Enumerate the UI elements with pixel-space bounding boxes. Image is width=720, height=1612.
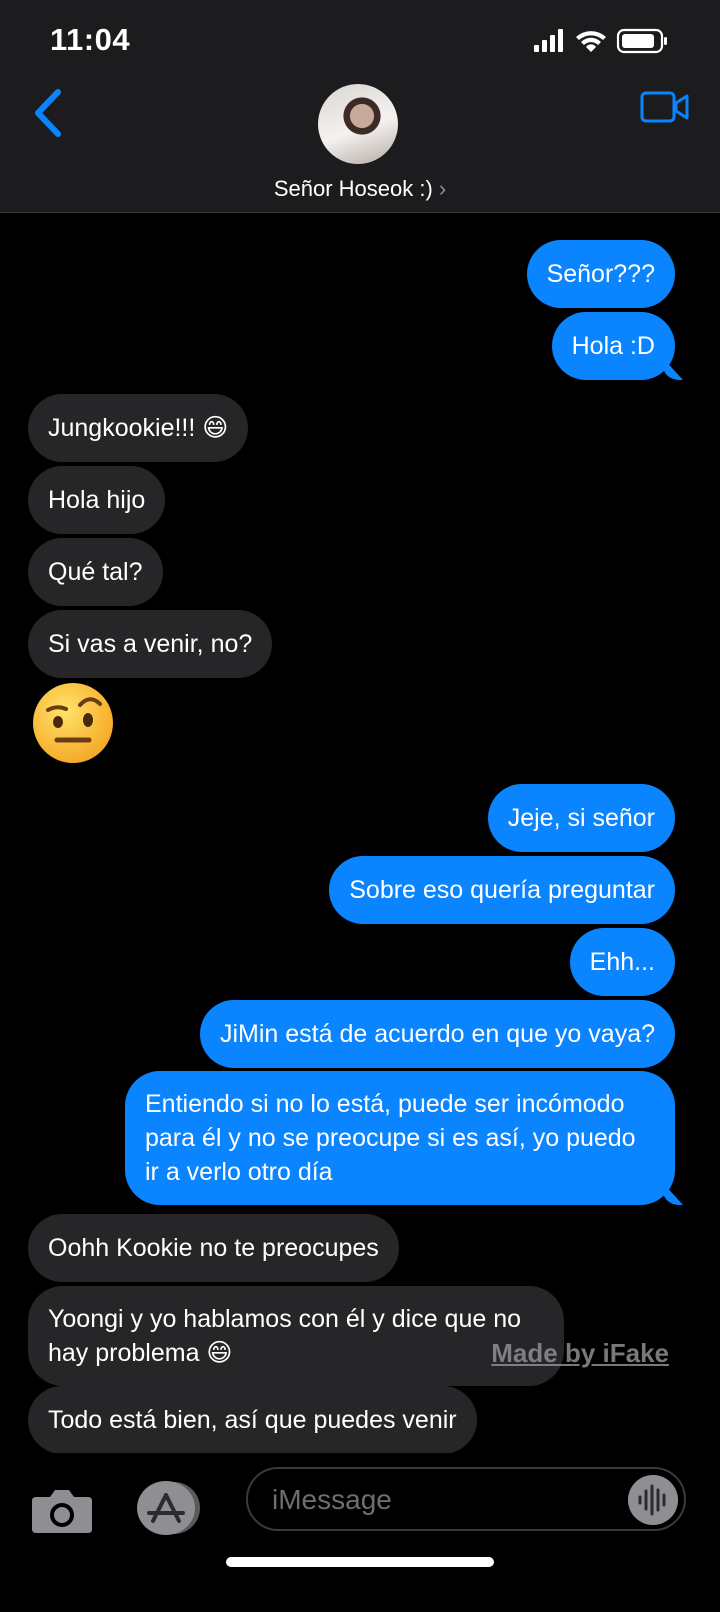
message-input-placeholder: iMessage bbox=[272, 1484, 392, 1515]
contact-avatar[interactable] bbox=[318, 84, 398, 164]
signal-icon bbox=[534, 29, 563, 52]
message-bubble[interactable]: JiMin está de acuerdo en que yo vaya? bbox=[200, 1000, 675, 1068]
message-bubble[interactable]: Oohh Kookie no te preocupes bbox=[28, 1214, 399, 1282]
status-time: 11:04 bbox=[50, 22, 131, 57]
status-icons bbox=[534, 28, 667, 54]
message-bubble[interactable]: Yoongi y yo hablamos con él y dice que n… bbox=[28, 1286, 564, 1386]
conversation-header: 11:04 Señor Hoseok :) › bbox=[0, 0, 720, 213]
app-store-icon[interactable] bbox=[134, 1479, 206, 1537]
video-call-icon[interactable] bbox=[640, 90, 690, 124]
message-bubble[interactable]: Entiendo si no lo está, puede ser incómo… bbox=[125, 1071, 675, 1205]
message-bubble[interactable]: Si vas a venir, no? bbox=[28, 610, 273, 678]
message-bubble[interactable]: Ehh... bbox=[569, 928, 675, 996]
contact-name: Señor Hoseok :) bbox=[273, 176, 433, 201]
message-bubble[interactable]: Jungkookie!!! 😄 bbox=[28, 394, 249, 462]
message-bubble[interactable]: Hola :D bbox=[551, 312, 675, 380]
message-input[interactable]: iMessage bbox=[246, 1467, 686, 1531]
back-chevron-icon[interactable] bbox=[30, 88, 66, 138]
composer-bar: iMessage bbox=[0, 1453, 720, 1612]
battery-icon bbox=[616, 28, 667, 54]
message-bubble[interactable]: Hola hijo bbox=[28, 466, 166, 534]
chevron-right-icon: › bbox=[438, 176, 447, 201]
message-bubble[interactable]: Señor??? bbox=[526, 240, 675, 308]
message-list[interactable]: Señor??? Hola :D Jungkookie!!! 😄 Hola hi… bbox=[0, 213, 720, 1453]
message-bubble[interactable]: Todo está bien, así que puedes venir bbox=[28, 1386, 477, 1453]
camera-icon[interactable] bbox=[30, 1487, 94, 1535]
message-bubble[interactable]: Sobre eso quería preguntar bbox=[329, 856, 675, 924]
audio-waveform-icon[interactable] bbox=[628, 1475, 678, 1525]
contact-name-row[interactable]: Señor Hoseok :) › bbox=[0, 176, 720, 202]
raised-eyebrow-face-icon[interactable] bbox=[30, 680, 116, 766]
wifi-icon bbox=[576, 31, 606, 52]
home-indicator[interactable] bbox=[226, 1557, 494, 1567]
watermark: Made by iFake bbox=[491, 1338, 669, 1368]
message-bubble[interactable]: Qué tal? bbox=[28, 538, 163, 606]
message-bubble[interactable]: Jeje, si señor bbox=[487, 784, 675, 852]
